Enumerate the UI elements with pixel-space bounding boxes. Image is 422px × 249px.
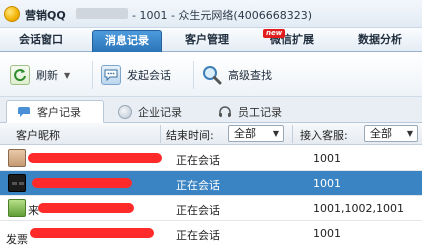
column-divider bbox=[292, 125, 293, 143]
chat-bubble-icon bbox=[101, 65, 121, 85]
record-type-tabs: 客户记录 企业记录 员工记录 bbox=[0, 97, 422, 123]
row-agent: 1001 bbox=[313, 177, 341, 190]
redacted-nickname bbox=[28, 153, 162, 163]
redacted-nickname bbox=[30, 228, 154, 238]
blurred-account bbox=[76, 8, 128, 19]
chat-icon bbox=[18, 106, 30, 117]
app-name: 营销QQ bbox=[25, 9, 66, 22]
table-row[interactable]: 正在会话 1001 bbox=[0, 146, 422, 171]
tab-chat-window[interactable]: 会话窗口 bbox=[8, 30, 74, 52]
column-agent: 接入客服: bbox=[300, 129, 348, 142]
toolbar: 刷新 ▼ 发起会话 高级查找 bbox=[0, 53, 422, 97]
main-nav: 会话窗口 消息记录 客户管理 微信扩展 数据分析 bbox=[0, 28, 422, 52]
tab-label: 企业记录 bbox=[138, 105, 182, 119]
refresh-icon bbox=[10, 65, 30, 85]
column-divider bbox=[160, 125, 161, 143]
chevron-down-icon: ▼ bbox=[272, 129, 280, 138]
advanced-search-label: 高级查找 bbox=[228, 69, 272, 82]
new-badge: new bbox=[263, 29, 286, 38]
magnifier-icon bbox=[202, 65, 222, 85]
tab-label: 客户管理 bbox=[185, 33, 229, 46]
column-nickname: 客户昵称 bbox=[16, 129, 60, 142]
select-value: 全部 bbox=[370, 127, 392, 140]
table-row[interactable]: 发票 正在会话 1001 bbox=[0, 221, 422, 246]
plant-avatar-icon bbox=[8, 199, 26, 217]
refresh-label: 刷新 bbox=[36, 69, 58, 82]
select-value: 全部 bbox=[234, 127, 256, 140]
nickname-prefix: 来 bbox=[28, 204, 39, 217]
tab-message-records[interactable]: 消息记录 bbox=[92, 30, 162, 52]
tab-data-analysis[interactable]: 数据分析 bbox=[340, 30, 420, 52]
toolbar-divider bbox=[193, 61, 194, 89]
refresh-button[interactable]: 刷新 ▼ bbox=[10, 65, 70, 85]
row-agent: 1001 bbox=[313, 227, 341, 240]
toolbar-divider bbox=[92, 61, 93, 89]
redacted-nickname bbox=[32, 178, 132, 188]
tab-customer-management[interactable]: 客户管理 bbox=[172, 30, 242, 52]
row-status: 正在会话 bbox=[176, 179, 220, 192]
chevron-down-icon: ▼ bbox=[406, 129, 414, 138]
tab-staff-records[interactable]: 员工记录 bbox=[208, 100, 304, 123]
tab-label: 员工记录 bbox=[238, 105, 282, 119]
row-status: 正在会话 bbox=[176, 229, 220, 242]
headset-icon bbox=[219, 105, 231, 117]
man-avatar-icon bbox=[8, 149, 26, 167]
nickname-prefix: 发票 bbox=[6, 233, 28, 246]
tab-label: 会话窗口 bbox=[19, 33, 63, 46]
row-status: 正在会话 bbox=[176, 154, 220, 167]
tab-customer-records[interactable]: 客户记录 bbox=[6, 100, 104, 123]
start-chat-button[interactable]: 发起会话 bbox=[101, 65, 171, 85]
globe-icon bbox=[118, 104, 132, 119]
title-bar: 营销QQ - 1001 - 众生元网络(4006668323) bbox=[0, 0, 422, 28]
sunglasses-avatar-icon bbox=[8, 174, 26, 192]
advanced-search-button[interactable]: 高级查找 bbox=[202, 65, 272, 85]
start-chat-label: 发起会话 bbox=[127, 69, 171, 82]
tab-label: 消息记录 bbox=[105, 34, 149, 47]
table-row[interactable]: 正在会话 1001 bbox=[0, 171, 422, 196]
row-agent: 1001,1002,1001 bbox=[313, 202, 404, 215]
agent-filter-select[interactable]: 全部 ▼ bbox=[364, 125, 418, 142]
end-time-filter-select[interactable]: 全部 ▼ bbox=[228, 125, 284, 142]
tab-enterprise-records[interactable]: 企业记录 bbox=[108, 100, 204, 123]
tab-label: 客户记录 bbox=[37, 105, 81, 119]
row-status: 正在会话 bbox=[176, 204, 220, 217]
table-header: 客户昵称 结束时间: 全部 ▼ 接入客服: 全部 ▼ bbox=[0, 123, 422, 145]
column-end-time: 结束时间: bbox=[166, 129, 214, 142]
chevron-down-icon[interactable]: ▼ bbox=[64, 71, 70, 80]
app-logo-icon bbox=[4, 6, 20, 22]
table-row[interactable]: 来 正在会话 1001,1002,1001 bbox=[0, 196, 422, 221]
redacted-nickname bbox=[38, 203, 134, 213]
window-title: - 1001 - 众生元网络(4006668323) bbox=[132, 9, 312, 22]
row-agent: 1001 bbox=[313, 152, 341, 165]
tab-label: 数据分析 bbox=[358, 33, 402, 46]
